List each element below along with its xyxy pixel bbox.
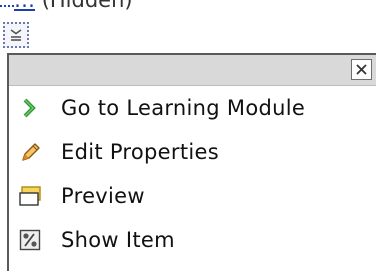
green-chevron-right-icon xyxy=(19,93,49,123)
menu-chevron-down-icon xyxy=(10,29,22,41)
focus-dots xyxy=(0,0,14,7)
item-title-link[interactable]: … xyxy=(14,0,35,12)
menu-item-label: Show Item xyxy=(61,228,175,252)
menu-item-show-item[interactable]: Show Item xyxy=(19,220,175,260)
menu-item-label: Preview xyxy=(61,184,145,208)
menu-item-go-to-learning-module[interactable]: Go to Learning Module xyxy=(19,88,305,128)
menu-item-edit-properties[interactable]: Edit Properties xyxy=(19,132,219,172)
menu-header xyxy=(9,55,376,86)
hidden-status-label: (Hidden) xyxy=(41,0,133,12)
show-item-icon xyxy=(19,225,49,255)
close-menu-button[interactable] xyxy=(351,59,372,80)
pencil-icon xyxy=(19,137,49,167)
item-title-line: … (Hidden) xyxy=(0,0,133,14)
item-actions-menu-button[interactable] xyxy=(3,22,29,48)
menu-item-preview[interactable]: Preview xyxy=(19,176,145,216)
item-actions-menu: Go to Learning Module Edit Properties Pr… xyxy=(7,53,376,271)
menu-item-label: Edit Properties xyxy=(61,140,219,164)
preview-window-icon xyxy=(19,181,49,211)
close-icon xyxy=(356,64,367,75)
page: … (Hidden) Go to Learning Module Edit Pr… xyxy=(0,0,376,271)
menu-item-label: Go to Learning Module xyxy=(61,96,306,120)
